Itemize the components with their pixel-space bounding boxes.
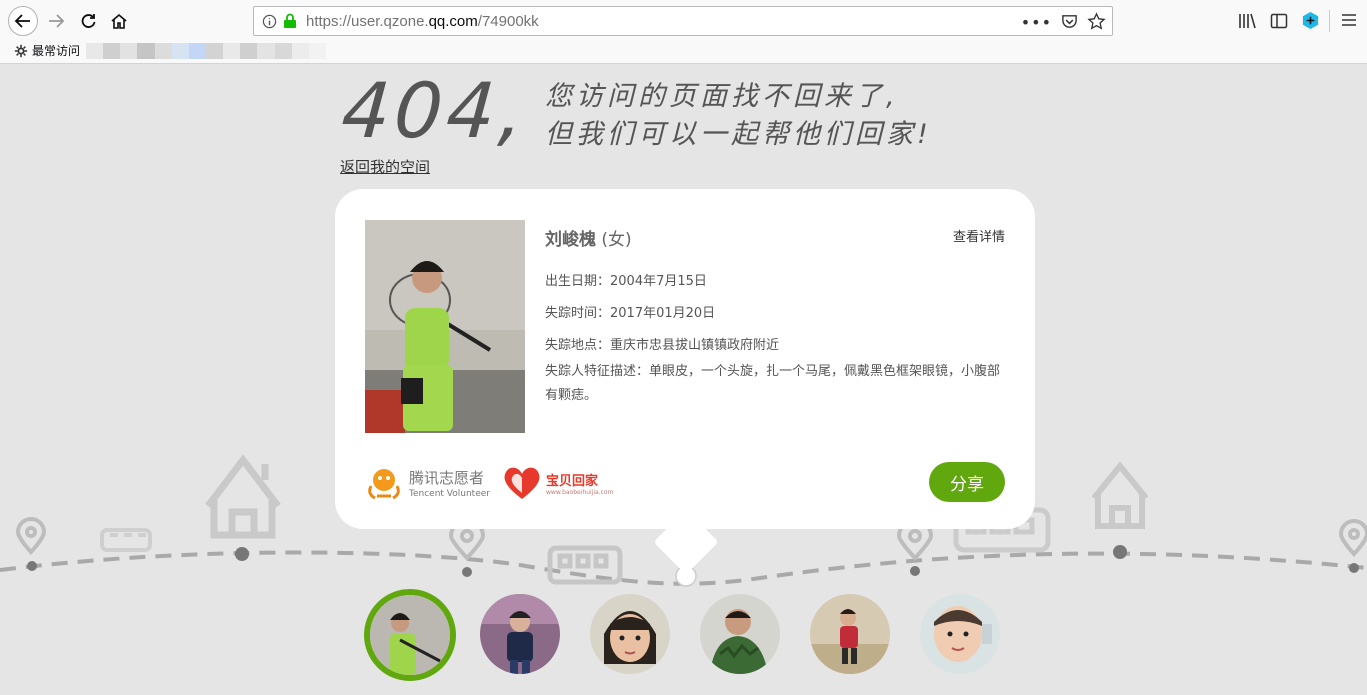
child-avatar-3[interactable] [590, 594, 670, 674]
menu-icon[interactable] [1341, 12, 1357, 28]
forward-arrow-icon [49, 14, 65, 28]
person-name: 刘峻槐 [545, 230, 596, 250]
location-pin-icon [15, 517, 47, 555]
reload-icon [81, 14, 96, 28]
feature-description: 失踪人特征描述：单眼皮，一个头旋，扎一个马尾，佩戴黑色框架眼镜，小腹部有颗痣。 [545, 364, 1001, 403]
child-avatar-4[interactable] [700, 594, 780, 674]
error-code: 404, [338, 66, 531, 155]
lock-icon [284, 13, 296, 28]
road-dot [235, 547, 249, 561]
baobei-huijia-url: www.baobeihuijia.com [546, 489, 614, 496]
reload-button[interactable] [74, 7, 102, 35]
tencent-volunteer-cn: 腾讯志愿者 [409, 469, 485, 487]
house-icon [205, 454, 281, 539]
location-pin-icon [1338, 519, 1367, 557]
url-text: https://user.qzone.qq.com/74900kk [306, 13, 539, 30]
person-gender: (女) [601, 230, 632, 250]
heart-logo-icon [504, 467, 540, 499]
url-domain: qq.com [428, 13, 478, 30]
tencent-volunteer-en: Tencent Volunteer [409, 489, 490, 499]
library-icon[interactable] [1238, 12, 1256, 30]
extension-icon[interactable] [1301, 11, 1320, 30]
sidebar-icon[interactable] [1270, 12, 1288, 30]
missing-person-photo [365, 220, 525, 433]
info-icon[interactable] [262, 14, 277, 29]
error-message-line1: 您访问的页面找不回来了, [545, 81, 899, 112]
tencent-volunteer-emblem-icon [368, 469, 400, 500]
missing-place: 失踪地点：重庆市忠县拔山镇镇政府附近 [545, 338, 780, 353]
bookmark-star-icon[interactable] [1087, 12, 1106, 31]
birth-date: 出生日期：2004年7月15日 [545, 274, 707, 289]
home-icon [111, 13, 127, 29]
share-button[interactable]: 分享 [929, 462, 1005, 502]
child-avatar-5[interactable] [810, 594, 890, 674]
road-dot [27, 561, 37, 571]
road-dot [1349, 563, 1359, 573]
bus-icon [100, 528, 152, 552]
blurred-bookmarks [86, 43, 326, 59]
child-avatar-2[interactable] [480, 594, 560, 674]
page-actions-icon[interactable]: ••• [1021, 13, 1052, 32]
toolbar-divider [1329, 10, 1330, 32]
back-to-space-link[interactable]: 返回我的空间 [340, 156, 430, 177]
child-avatar-1[interactable] [364, 589, 456, 681]
road-dot [462, 567, 472, 577]
bookmarks-bar: 最常访问 [14, 42, 80, 59]
pocket-icon[interactable] [1061, 13, 1078, 30]
road-dot [1113, 545, 1127, 559]
back-arrow-icon [14, 14, 30, 28]
tencent-volunteer-logo: 腾讯志愿者 Tencent Volunteer [365, 464, 490, 502]
url-bar[interactable]: https://user.qzone.qq.com/74900kk ••• [253, 6, 1113, 36]
baobei-huijia-logo: 宝贝回家 www.baobeihuijia.com [502, 465, 613, 501]
house-icon [1091, 461, 1149, 529]
error-message: 您访问的页面找不回来了, 但我们可以一起帮他们回家! [545, 78, 932, 154]
missing-time: 失踪时间：2017年01月20日 [545, 306, 716, 321]
home-button[interactable] [105, 7, 133, 35]
settings-gear-icon [14, 44, 28, 57]
back-button[interactable] [8, 6, 38, 36]
view-details-link[interactable]: 查看详情 [953, 226, 1005, 245]
forward-button[interactable] [42, 7, 70, 35]
person-name-row: 刘峻槐 (女) [545, 225, 632, 250]
browser-toolbar: https://user.qzone.qq.com/74900kk ••• 最常… [0, 0, 1367, 64]
url-prefix: https://user.qzone. [306, 13, 429, 30]
missing-person-card: 刘峻槐 (女) 查看详情 出生日期：2004年7月15日 失踪时间：2017年0… [335, 189, 1035, 529]
bookmark-most-visited[interactable]: 最常访问 [32, 42, 80, 59]
baobei-huijia-cn: 宝贝回家 [546, 474, 599, 489]
child-avatar-6[interactable] [920, 594, 1000, 674]
error-message-line2: 但我们可以一起帮他们回家! [545, 119, 932, 150]
url-path: /74900kk [477, 13, 539, 30]
road-dot [910, 566, 920, 576]
